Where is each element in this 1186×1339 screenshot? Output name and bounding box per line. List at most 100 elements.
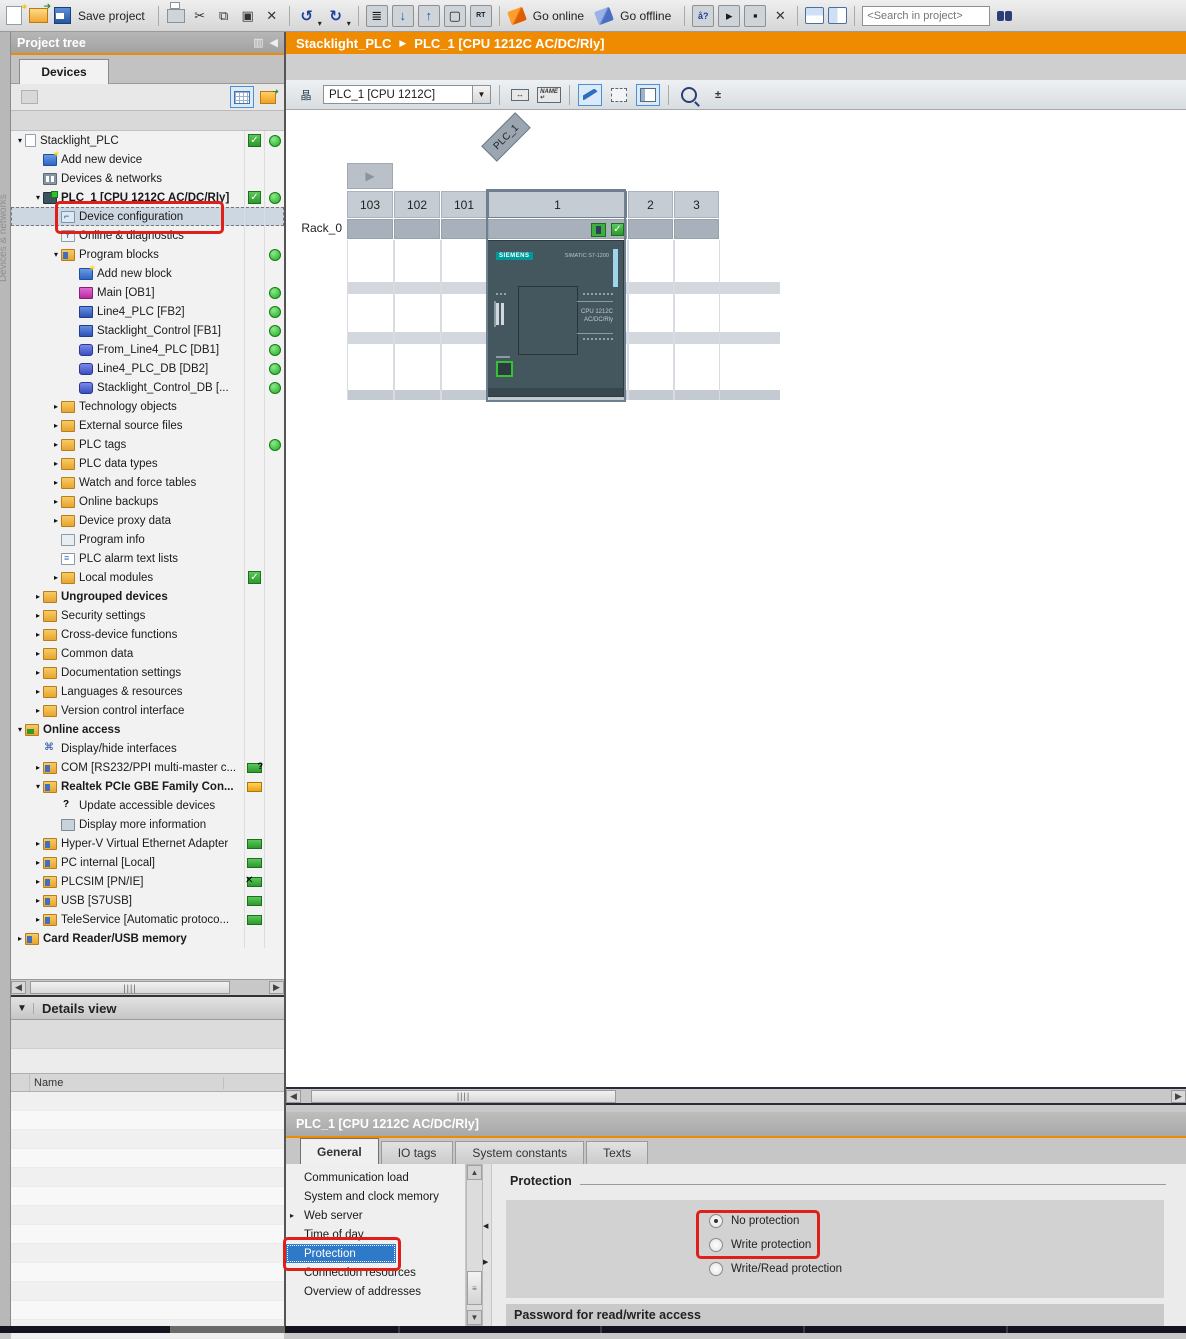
scroll-down-icon[interactable]: ▼ [467,1310,482,1325]
collapse-icon[interactable]: ▾ [51,250,61,259]
expand-icon[interactable]: ▸ [51,478,61,487]
rename-label-icon[interactable]: NAME↵ [537,84,561,106]
tree-item[interactable]: ▸Device proxy data [11,511,284,530]
device-selector[interactable]: PLC_1 [CPU 1212C] ▼ [323,85,491,104]
tree-item[interactable]: Line4_PLC [FB2] [11,302,284,321]
collapse-icon[interactable]: ▾ [15,725,25,734]
scroll-right-icon[interactable]: ▶ [1171,1090,1186,1103]
slot-body-103[interactable] [347,240,394,400]
expand-icon[interactable]: ▸ [51,573,61,582]
tree-item[interactable]: ▸External source files [11,416,284,435]
tree-item[interactable]: ▸Cross-device functions [11,625,284,644]
measure-width-icon[interactable]: ↔ [508,84,532,106]
scroll-right-icon[interactable]: ▶ [269,981,284,994]
tree-hscrollbar[interactable]: ◀ |||| ▶ [11,979,284,995]
table-view-icon[interactable] [230,86,254,108]
tree-item[interactable]: Display/hide interfaces [11,739,284,758]
grid-icon[interactable] [607,84,631,106]
tab-system-constants[interactable]: System constants [455,1141,584,1164]
split-vertical-icon[interactable] [828,7,847,24]
network-view-icon[interactable]: 晶 [294,84,318,106]
tree-item[interactable]: Display more information [11,815,284,834]
expand-icon[interactable]: ▸ [51,497,61,506]
go-offline-button[interactable]: Go offline [620,9,671,23]
tree-item[interactable]: ▸PLC data types [11,454,284,473]
start-cpu-icon[interactable]: ▢ [444,5,466,27]
slot-body-2[interactable] [628,240,674,400]
nav-item-web-server[interactable]: ▸Web server [286,1206,465,1225]
sort-view-icon[interactable] [256,86,280,108]
breadcrumb-segment[interactable]: PLC_1 [CPU 1212C AC/DC/Rly] [414,36,604,51]
tree-item[interactable]: ▸Hyper-V Virtual Ethernet Adapter [11,834,284,853]
tree-item[interactable]: Program info [11,530,284,549]
zoom-level-icon[interactable]: ± [706,84,730,106]
new-item-icon[interactable] [17,86,41,108]
device-view-canvas[interactable]: PLC_1 ▶ 103102101123 ✓ Rack_0 SIEMENS SI… [286,110,1186,1087]
expand-icon[interactable]: ▸ [33,896,43,905]
radio-button[interactable] [709,1238,723,1252]
expand-icon[interactable]: ▸ [51,516,61,525]
slot-header-3[interactable]: 3 [674,191,719,218]
plc-name-tag[interactable]: PLC_1 [481,112,530,161]
tree-item[interactable]: Line4_PLC_DB [DB2] [11,359,284,378]
rack-expand-icon[interactable]: ▶ [347,163,393,189]
collapse-icon[interactable]: ▾ [15,136,25,145]
expand-icon[interactable]: ▸ [51,421,61,430]
tree-item[interactable]: ▸PC internal [Local] [11,853,284,872]
tree-item[interactable]: ▸PLC tags [11,435,284,454]
zoom-icon[interactable] [677,84,701,106]
tab-io-tags[interactable]: IO tags [381,1141,454,1164]
tree-item[interactable]: Device configuration [11,207,284,226]
tree-item[interactable]: ▾Program blocks [11,245,284,264]
slot-header-103[interactable]: 103 [347,191,393,218]
scroll-left-icon[interactable]: ◀ [11,981,26,994]
expand-icon[interactable]: ▸ [51,440,61,449]
tree-item[interactable]: ▸Watch and force tables [11,473,284,492]
scroll-thumb[interactable]: ≡ [467,1271,482,1305]
undo-icon[interactable]: ↺ [297,6,317,26]
slot-header-101[interactable]: 101 [441,191,487,218]
tree-item[interactable]: ▸Local modules✓ [11,568,284,587]
expand-icon[interactable]: ▸ [33,858,43,867]
slot-header-1[interactable]: 1 [488,191,627,218]
slot-header-102[interactable]: 102 [394,191,440,218]
tab-texts[interactable]: Texts [586,1141,648,1164]
expand-icon[interactable]: ▸ [15,934,25,943]
radio-option-no-protection[interactable]: No protection [709,1214,799,1228]
tree-item[interactable]: ▸Documentation settings [11,663,284,682]
cross-reference-icon[interactable]: ✕ [770,6,790,26]
show-addresses-icon[interactable] [578,84,602,106]
pane-splitter[interactable]: ◀▶ [483,1164,492,1326]
tree-item[interactable]: Add new block [11,264,284,283]
split-horizontal-icon[interactable] [805,7,824,24]
tree-item[interactable]: PLC alarm text lists [11,549,284,568]
collapse-icon[interactable]: ▾ [33,193,43,202]
tree-item[interactable]: ▾Realtek PCIe GBE Family Con... [11,777,284,796]
open-project-icon[interactable] [28,6,48,26]
expand-icon[interactable]: ▸ [33,687,43,696]
print-icon[interactable] [166,6,186,26]
tree-item[interactable]: ▸Technology objects [11,397,284,416]
expand-icon[interactable]: ▸ [33,649,43,658]
nav-item-system-and-clock-memory[interactable]: System and clock memory [286,1187,465,1206]
device-view-hscrollbar[interactable]: ◀ |||| ▶ [286,1087,1186,1105]
tree-item[interactable]: ▸TeleService [Automatic protoco... [11,910,284,929]
compile-icon[interactable]: ≣ [366,5,388,27]
expand-icon[interactable]: ▸ [33,611,43,620]
nav-item-overview-of-addresses[interactable]: Overview of addresses [286,1282,465,1301]
tree-item[interactable]: Devices & networks [11,169,284,188]
tab-devices[interactable]: Devices [19,59,109,84]
expand-icon[interactable]: ▸ [33,839,43,848]
tree-item[interactable]: ▸Online backups [11,492,284,511]
radio-button[interactable] [709,1262,723,1276]
tree-item[interactable]: ▸Common data [11,644,284,663]
expand-icon[interactable]: ▸ [33,706,43,715]
start-window-icon[interactable]: ▸ [718,5,740,27]
go-online-button[interactable]: Go online [533,9,584,23]
tree-item[interactable]: ▸USB [S7USB] [11,891,284,910]
tree-item[interactable]: ▸Languages & resources [11,682,284,701]
cpu-module[interactable]: SIEMENS SIMATIC S7-1200 CPU 1212C AC/DC/… [487,240,624,397]
download-to-device-icon[interactable]: ↓ [392,5,414,27]
scroll-thumb[interactable]: |||| [30,981,230,994]
radio-button[interactable] [709,1214,723,1228]
